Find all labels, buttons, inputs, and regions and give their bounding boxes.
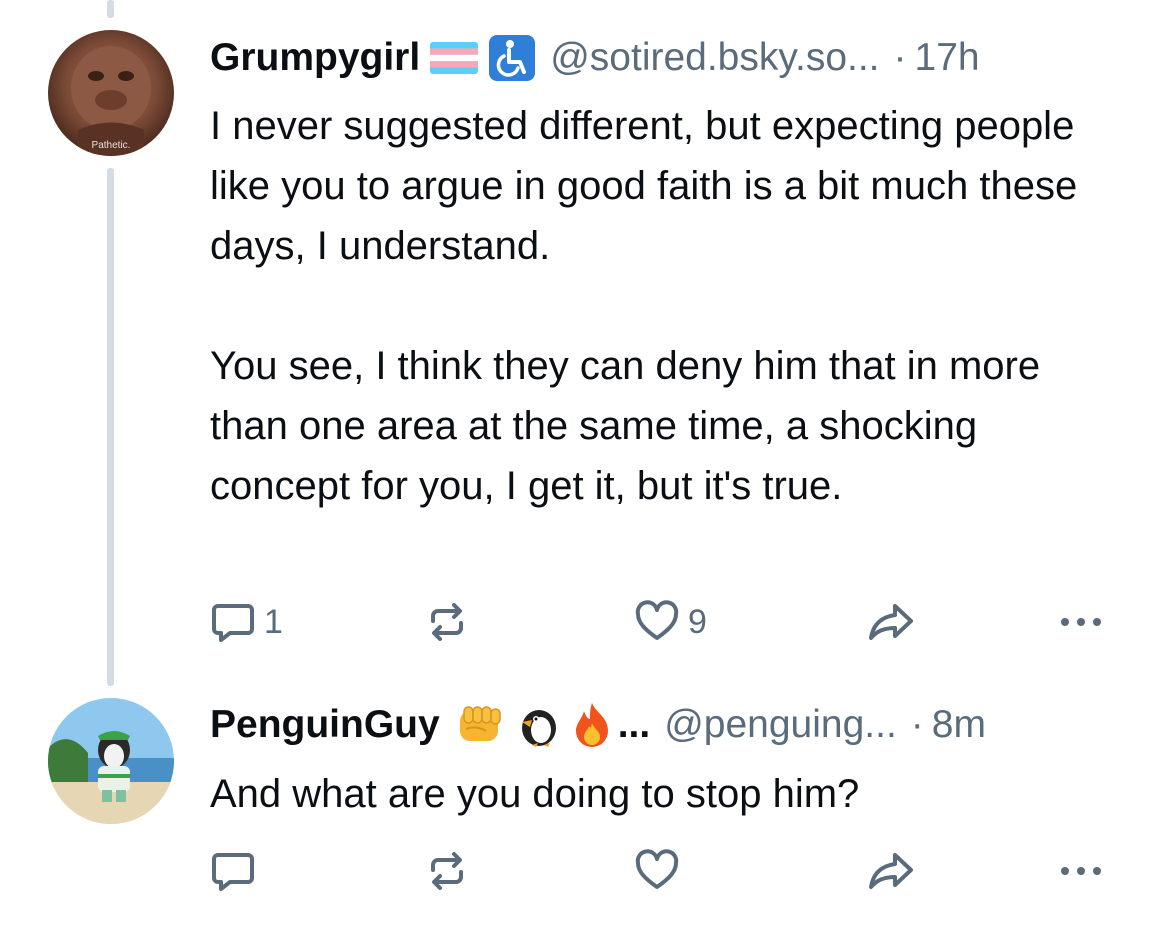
more-options-button[interactable] — [1056, 598, 1106, 646]
repost-button[interactable] — [424, 847, 470, 895]
wheelchair-icon — [488, 34, 536, 82]
post-text: And what are you doing to stop him? — [210, 764, 1110, 824]
timestamp[interactable]: 17h — [915, 34, 980, 82]
heart-icon — [634, 599, 680, 645]
post-paragraph: And what are you doing to stop him? — [210, 772, 860, 816]
post-header: PenguinGuy ... @penguing... · 8m — [210, 701, 986, 749]
penguin-icon — [516, 702, 562, 748]
reply-icon — [210, 599, 256, 645]
thread-line — [107, 168, 114, 686]
timestamp[interactable]: 8m — [932, 701, 986, 749]
fire-icon — [572, 701, 612, 749]
display-name[interactable]: Grumpygirl — [210, 34, 420, 82]
like-button[interactable] — [634, 847, 680, 895]
more-options-button[interactable] — [1056, 847, 1106, 895]
post-text: I never suggested different, but expecti… — [210, 96, 1110, 516]
transgender-flag-icon — [430, 42, 479, 74]
post-actions — [210, 847, 1110, 895]
user-handle[interactable]: @penguing... — [664, 701, 897, 749]
thread-line-top — [107, 0, 114, 18]
repost-icon — [424, 599, 470, 645]
separator-dot: · — [893, 36, 907, 79]
post-header: Grumpygirl @sotired.bsky.so... · 17h — [210, 34, 980, 82]
separator-dot: · — [910, 703, 924, 746]
more-icon — [1056, 599, 1106, 645]
reply-icon — [210, 848, 256, 894]
heart-icon — [634, 848, 680, 894]
fist-icon — [456, 703, 506, 747]
avatar[interactable] — [48, 698, 174, 824]
share-icon — [866, 848, 916, 894]
more-icon — [1056, 848, 1106, 894]
avatar[interactable]: Pathetic. — [48, 30, 174, 156]
reply-count: 1 — [264, 602, 283, 641]
name-truncation: ... — [617, 703, 651, 746]
like-button[interactable]: 9 — [634, 598, 707, 646]
post-actions: 1 9 — [210, 598, 1110, 646]
display-name[interactable]: PenguinGuy — [210, 701, 440, 749]
repost-button[interactable] — [424, 598, 470, 646]
repost-icon — [424, 848, 470, 894]
post-paragraph: I never suggested different, but expecti… — [210, 104, 1078, 268]
reply-button[interactable] — [210, 847, 256, 895]
post-paragraph: You see, I think they can deny him that … — [210, 344, 1041, 508]
share-button[interactable] — [866, 598, 916, 646]
user-handle[interactable]: @sotired.bsky.so... — [550, 34, 879, 82]
avatar-caption: Pathetic. — [92, 140, 131, 151]
share-icon — [866, 599, 916, 645]
reply-button[interactable]: 1 — [210, 598, 283, 646]
share-button[interactable] — [866, 847, 916, 895]
like-count: 9 — [688, 602, 707, 641]
